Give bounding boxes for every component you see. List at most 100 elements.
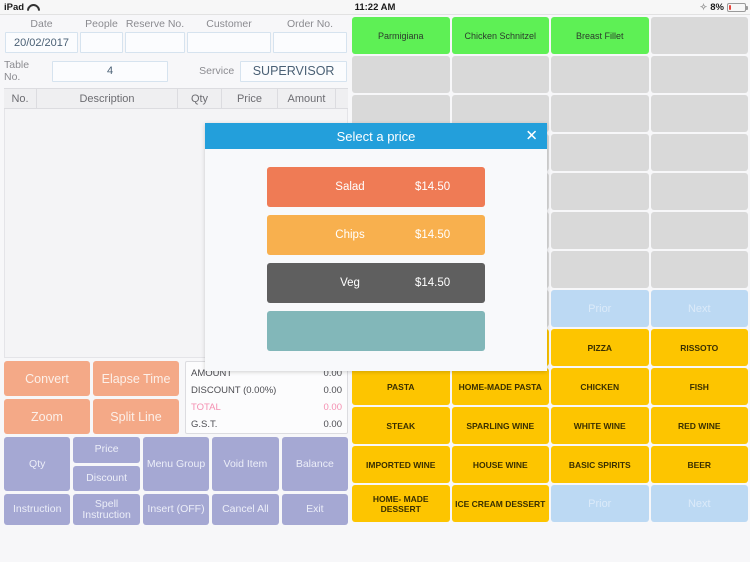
cancel-all-button[interactable]: Cancel All (212, 494, 278, 525)
group-button[interactable]: HOME- MADE DESSERT (352, 485, 450, 522)
field-people: People (79, 15, 124, 53)
price-option-salad[interactable]: Salad $14.50 (267, 167, 485, 207)
item-button-empty[interactable] (452, 56, 550, 93)
column-amount: Amount (278, 89, 336, 108)
group-button[interactable]: FISH (651, 368, 749, 405)
insert-off-button[interactable]: Insert (OFF) (143, 494, 209, 525)
customer-input[interactable] (187, 32, 271, 53)
group-next-button[interactable]: Next (651, 485, 749, 522)
item-button-empty[interactable] (551, 212, 649, 249)
price-option-value: $14.50 (415, 229, 467, 241)
item-button-empty[interactable] (551, 251, 649, 288)
group-button[interactable]: IMPORTED WINE (352, 446, 450, 483)
field-date-label: Date (4, 15, 79, 32)
dialog-title: Select a price (337, 129, 416, 144)
group-button[interactable]: STEAK (352, 407, 450, 444)
qty-button[interactable]: Qty (4, 437, 70, 491)
group-button[interactable]: BEER (651, 446, 749, 483)
service-value[interactable]: SUPERVISOR (240, 61, 347, 82)
field-customer-label: Customer (186, 15, 272, 32)
convert-button[interactable]: Convert (4, 361, 90, 396)
item-button[interactable]: Parmigiana (352, 17, 450, 54)
item-button-empty[interactable] (551, 173, 649, 210)
void-item-button[interactable]: Void Item (212, 437, 278, 491)
order-no-input[interactable] (273, 32, 347, 53)
status-bar: iPad 11:22 AM ✧ 8% (0, 0, 750, 15)
group-prior-button[interactable]: Prior (551, 485, 649, 522)
group-button[interactable]: PASTA (352, 368, 450, 405)
item-button-empty[interactable] (651, 95, 749, 132)
field-people-label: People (79, 15, 124, 32)
group-button[interactable]: WHITE WINE (551, 407, 649, 444)
split-line-button[interactable]: Split Line (93, 399, 179, 434)
discount-label: DISCOUNT (0.00%) (191, 382, 276, 399)
pos-screen: iPad 11:22 AM ✧ 8% Date 20/02/2017 Peopl… (0, 0, 750, 562)
table-no-input[interactable]: 4 (52, 61, 168, 82)
field-reserve-no: Reserve No. (124, 15, 186, 53)
item-button-empty[interactable] (551, 56, 649, 93)
dialog-title-bar: Select a price ✕ (205, 123, 547, 149)
price-option-name: Salad (285, 181, 415, 193)
service-label: Service (199, 65, 234, 77)
group-button[interactable]: RISSOTO (651, 329, 749, 366)
group-button[interactable]: BASIC SPIRITS (551, 446, 649, 483)
group-button[interactable]: CHICKEN (551, 368, 649, 405)
group-button[interactable]: RED WINE (651, 407, 749, 444)
battery-icon (727, 3, 746, 12)
item-button[interactable]: Breast Fillet (551, 17, 649, 54)
discount-button[interactable]: Discount (73, 466, 139, 492)
price-option-veg[interactable]: Veg $14.50 (267, 263, 485, 303)
group-button[interactable]: HOME-MADE PASTA (452, 368, 550, 405)
totals-row-gst: G.S.T. 0.00 (191, 416, 342, 433)
group-button[interactable]: ICE CREAM DESSERT (452, 485, 550, 522)
function-button-grid: Qty Price Discount Menu Group Void Item … (0, 434, 352, 529)
status-time: 11:22 AM (0, 2, 750, 13)
item-button-empty[interactable] (352, 56, 450, 93)
people-input[interactable] (80, 32, 123, 53)
gst-value: 0.00 (324, 416, 343, 433)
price-option-value: $14.50 (415, 181, 467, 193)
price-option-chips[interactable]: Chips $14.50 (267, 215, 485, 255)
field-reserve-no-label: Reserve No. (124, 15, 186, 32)
reserve-no-input[interactable] (125, 32, 185, 53)
elapse-time-button[interactable]: Elapse Time (93, 361, 179, 396)
item-prior-button[interactable]: Prior (551, 290, 649, 327)
close-icon[interactable]: ✕ (525, 129, 538, 144)
table-service-row: Table No. 4 Service SUPERVISOR (0, 53, 352, 88)
totals-row-total: TOTAL 0.00 (191, 399, 342, 416)
item-button-empty[interactable] (651, 212, 749, 249)
bluetooth-icon: ✧ (700, 2, 708, 13)
zoom-button[interactable]: Zoom (4, 399, 90, 434)
gst-label: G.S.T. (191, 416, 217, 433)
group-button[interactable]: HOUSE WINE (452, 446, 550, 483)
item-button-empty[interactable] (651, 134, 749, 171)
item-button[interactable]: Chicken Schnitzel (452, 17, 550, 54)
price-option-value: $14.50 (415, 277, 467, 289)
item-button-empty[interactable] (651, 173, 749, 210)
group-button[interactable]: PIZZA (551, 329, 649, 366)
item-button-empty[interactable] (651, 17, 749, 54)
price-option-name: Chips (285, 229, 415, 241)
group-button[interactable]: SPARLING WINE (452, 407, 550, 444)
order-table-header: No. Description Qty Price Amount (4, 88, 348, 109)
item-button-empty[interactable] (551, 95, 649, 132)
price-button[interactable]: Price (73, 437, 139, 463)
field-date: Date 20/02/2017 (4, 15, 79, 53)
item-button-empty[interactable] (651, 251, 749, 288)
column-no: No. (4, 89, 37, 108)
date-input[interactable]: 20/02/2017 (5, 32, 78, 53)
balance-button[interactable]: Balance (282, 437, 348, 491)
field-customer: Customer (186, 15, 272, 53)
spell-instruction-button[interactable]: Spell Instruction (73, 494, 139, 525)
battery-percent: 8% (710, 2, 724, 13)
table-no-label: Table No. (4, 59, 46, 83)
item-button-empty[interactable] (651, 56, 749, 93)
price-option-empty[interactable] (267, 311, 485, 351)
item-next-button[interactable]: Next (651, 290, 749, 327)
totals-panel: AMOUNT 0.00 DISCOUNT (0.00%) 0.00 TOTAL … (185, 361, 348, 434)
item-button-empty[interactable] (551, 134, 649, 171)
total-label: TOTAL (191, 399, 221, 416)
menu-group-button[interactable]: Menu Group (143, 437, 209, 491)
exit-button[interactable]: Exit (282, 494, 348, 525)
instruction-button[interactable]: Instruction (4, 494, 70, 525)
